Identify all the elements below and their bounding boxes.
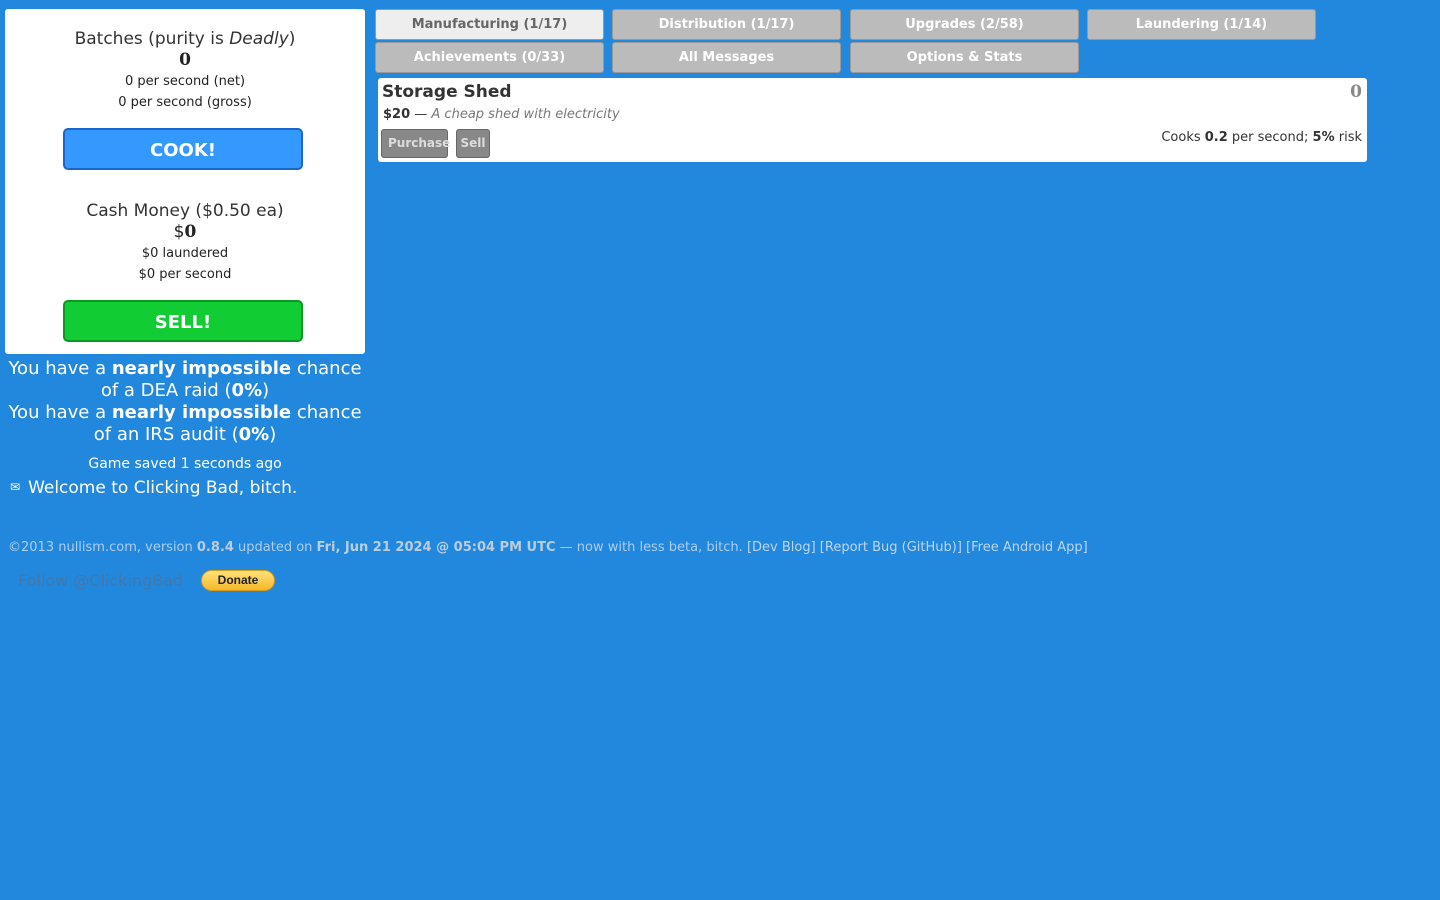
item-sell-button[interactable]: Sell xyxy=(456,129,490,158)
item-price: $20 xyxy=(383,107,411,122)
footer-date: Fri, Jun 21 2024 @ 05:04 PM UTC xyxy=(316,540,556,555)
tab-options-stats[interactable]: Options & Stats xyxy=(850,42,1079,73)
sell-button[interactable]: SELL! xyxy=(63,300,303,342)
game-saved-status: Game saved 1 seconds ago xyxy=(88,456,282,472)
cook-button[interactable]: COOK! xyxy=(63,128,303,170)
irs-risk-suffix: ) xyxy=(269,424,277,445)
tab-all-messages[interactable]: All Messages xyxy=(612,42,841,73)
item-description: A cheap shed with electricity xyxy=(431,107,620,122)
cash-rate: $0 per second xyxy=(138,267,232,282)
tab-distribution[interactable]: Distribution (1/17) xyxy=(612,9,841,40)
risk-block: You have a nearly impossible chance of a… xyxy=(5,358,365,446)
irs-risk-prefix: You have a xyxy=(8,402,112,423)
item-stats: Cooks 0.2 per second; 5% risk xyxy=(1161,130,1362,145)
batches-title-suffix: ) xyxy=(288,29,296,49)
footer-version: 0.8.4 xyxy=(196,540,234,555)
irs-risk-percent: 0% xyxy=(238,424,270,445)
cash-block: Cash Money ($0.50 ea) $0 $0 laundered $0… xyxy=(5,200,365,285)
cash-amount: $0 xyxy=(5,222,365,243)
footer-copyright: ©2013 nullism.com, version xyxy=(8,540,197,555)
dev-blog-link[interactable]: [Dev Blog] xyxy=(747,540,816,555)
item-owned-count: 0 xyxy=(1350,82,1362,102)
footer-updated-on: updated on xyxy=(233,540,317,555)
footer-tagline: — now with less beta, bitch. xyxy=(555,540,747,555)
irs-risk-text: You have a nearly impossible chance of a… xyxy=(5,402,365,446)
dea-risk-prefix: You have a xyxy=(8,358,112,379)
batches-title-prefix: Batches (purity is xyxy=(74,29,230,49)
android-app-link[interactable]: [Free Android App] xyxy=(966,540,1088,555)
purity-level: Deadly xyxy=(229,29,289,49)
dea-risk-text: You have a nearly impossible chance of a… xyxy=(5,358,365,402)
batches-block: Batches (purity is Deadly) 0 0 per secon… xyxy=(5,28,365,113)
batches-title: Batches (purity is Deadly) xyxy=(5,28,365,50)
dea-risk-percent: 0% xyxy=(231,380,263,401)
stats-panel: Batches (purity is Deadly) 0 0 per secon… xyxy=(5,9,365,354)
purchase-button[interactable]: Purchase xyxy=(381,129,450,158)
batches-gross-rate: 0 per second (gross) xyxy=(118,95,252,110)
cash-laundered: $0 laundered xyxy=(141,246,229,261)
item-storage-shed: Storage Shed 0 $20 — A cheap shed with e… xyxy=(378,78,1367,162)
item-stats-suffix: risk xyxy=(1334,130,1362,145)
message-item: ✉ Welcome to Clicking Bad, bitch. xyxy=(10,477,297,498)
dea-risk-level: nearly impossible xyxy=(111,358,292,379)
tab-laundering[interactable]: Laundering (1/14) xyxy=(1087,9,1316,40)
donate-button[interactable]: Donate xyxy=(201,570,275,591)
tab-upgrades[interactable]: Upgrades (2/58) xyxy=(850,9,1079,40)
item-stats-rate: 0.2 xyxy=(1204,130,1228,145)
follow-twitter-link[interactable]: Follow @ClickingBad xyxy=(18,571,183,590)
item-stats-middle: per second; xyxy=(1227,130,1313,145)
cash-symbol: $ xyxy=(173,222,185,242)
cash-amount-value: 0 xyxy=(184,222,197,242)
tab-achievements[interactable]: Achievements (0/33) xyxy=(375,42,604,73)
report-bug-link[interactable]: [Report Bug (GitHub)] xyxy=(820,540,962,555)
irs-risk-level: nearly impossible xyxy=(111,402,292,423)
dea-risk-suffix: ) xyxy=(262,380,270,401)
cash-title: Cash Money ($0.50 ea) xyxy=(86,201,284,221)
item-dash: — xyxy=(410,107,432,122)
item-stats-prefix: Cooks xyxy=(1161,130,1205,145)
item-description-line: $20 — A cheap shed with electricity xyxy=(383,107,620,122)
batches-count: 0 xyxy=(179,50,191,70)
tab-manufacturing[interactable]: Manufacturing (1/17) xyxy=(375,9,604,40)
footer: ©2013 nullism.com, version 0.8.4 updated… xyxy=(8,540,1088,555)
message-text: Welcome to Clicking Bad, bitch. xyxy=(28,478,298,498)
batches-net-rate: 0 per second (net) xyxy=(124,74,246,89)
item-name: Storage Shed xyxy=(382,82,512,102)
envelope-icon: ✉ xyxy=(10,480,21,494)
item-stats-risk: 5% xyxy=(1312,130,1335,145)
